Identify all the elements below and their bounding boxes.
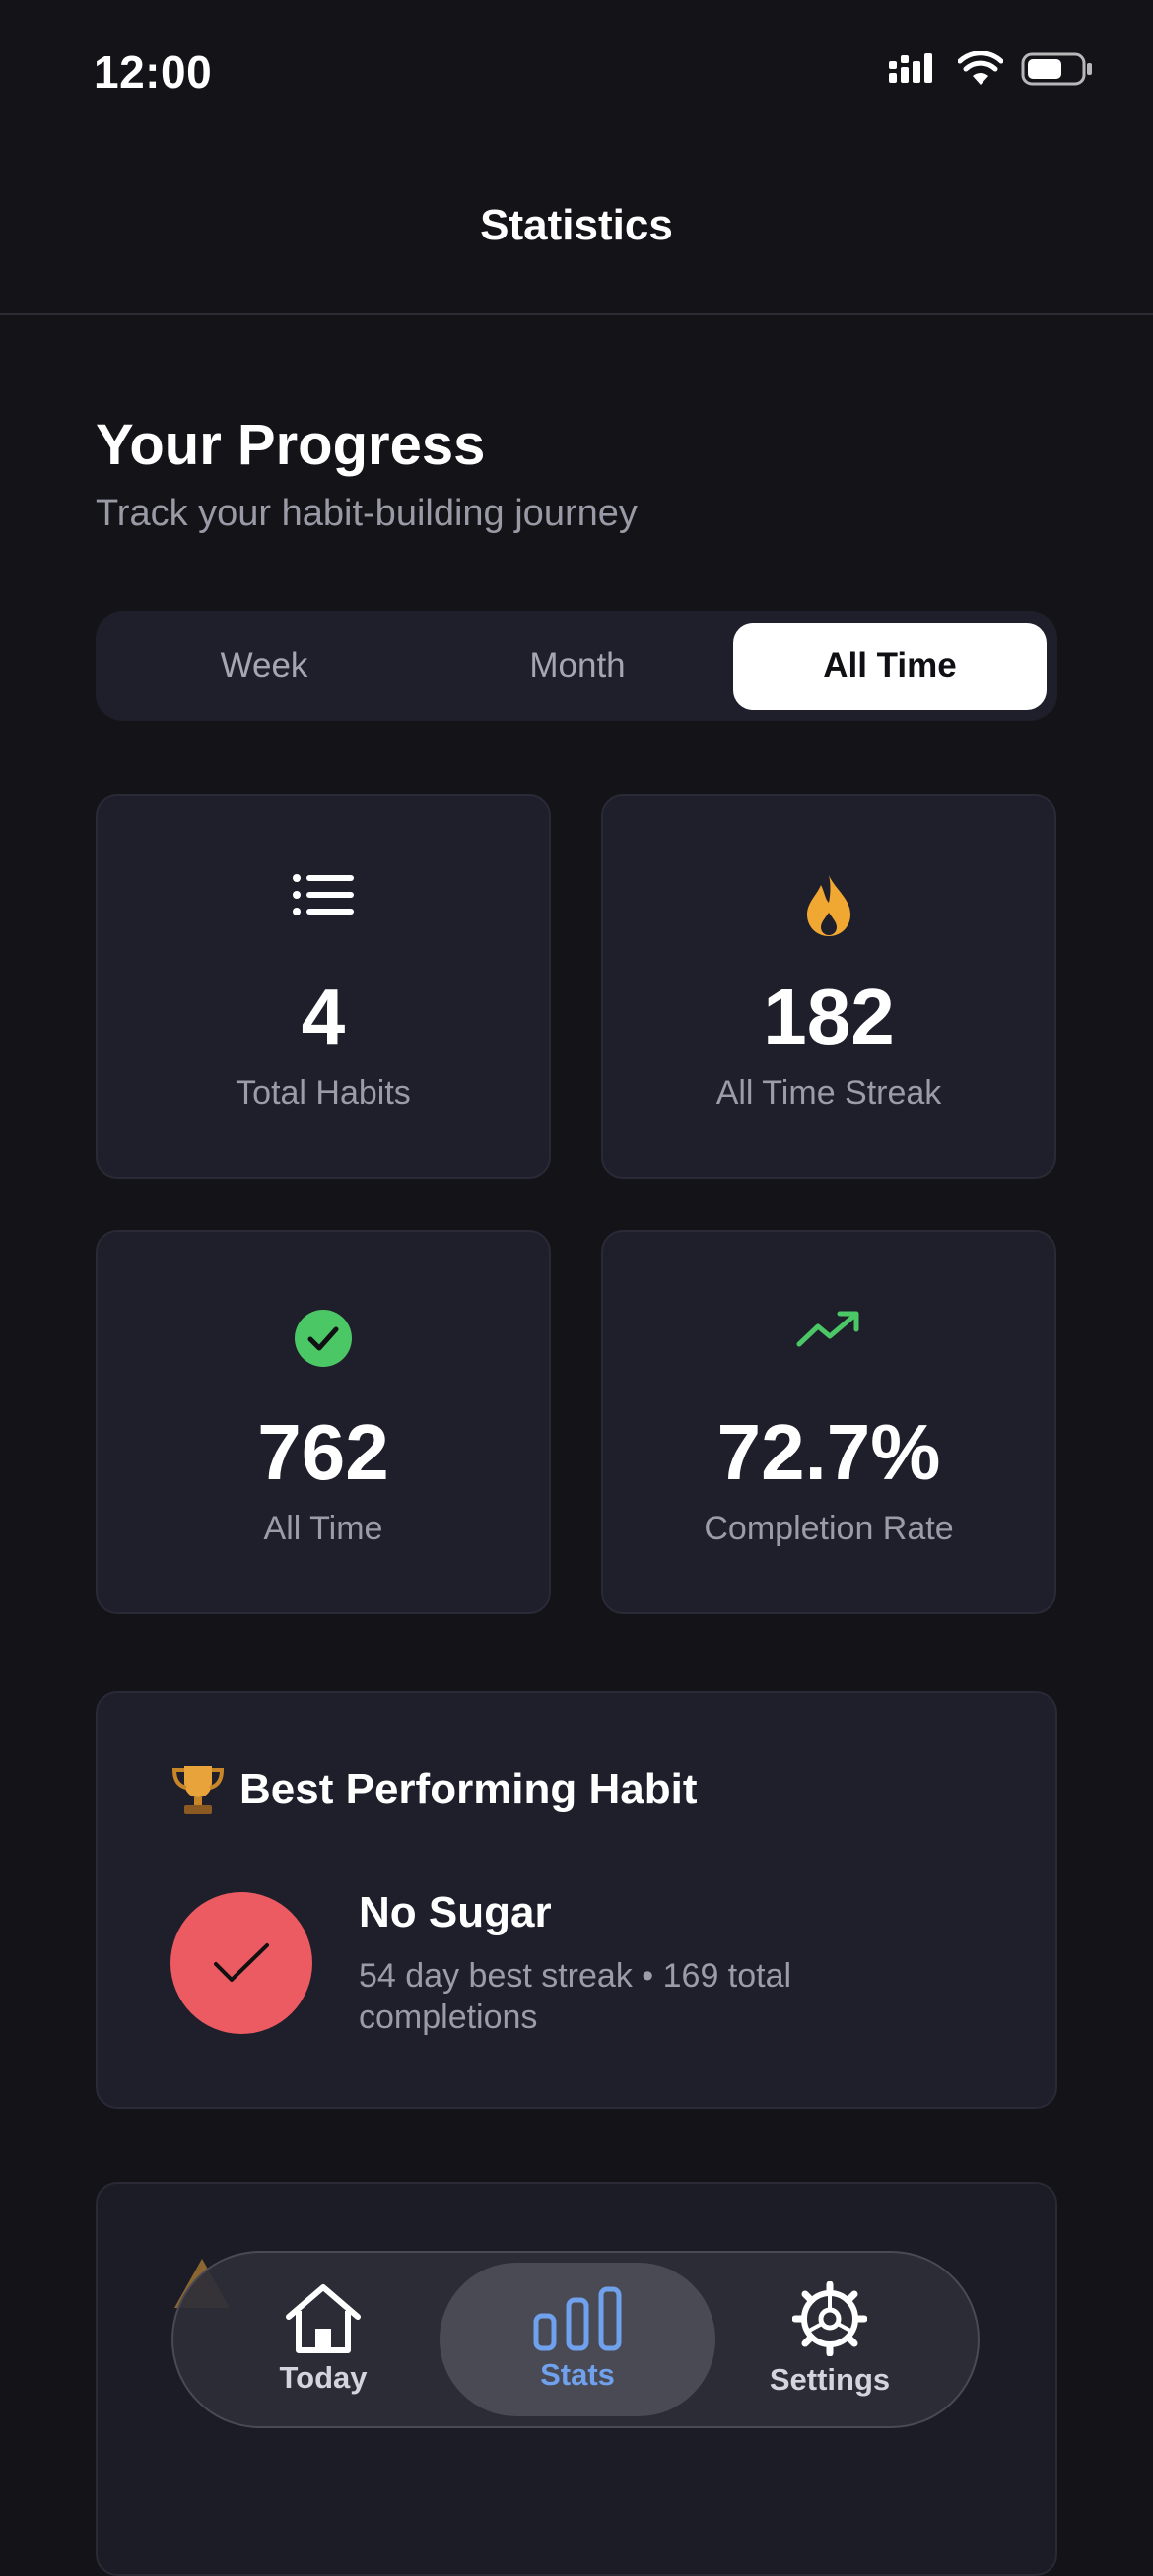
stat-label: All Time	[263, 1510, 383, 1547]
habit-avatar	[170, 1892, 312, 2034]
check-icon	[214, 1943, 269, 1982]
progress-title: Your Progress	[96, 413, 486, 477]
trophy-icon	[171, 1766, 225, 1814]
list-icon	[293, 874, 354, 915]
tab-label: Settings	[769, 2362, 891, 2397]
trending-up-icon	[796, 1311, 859, 1347]
period-segmented-control: Week Month All Time	[96, 611, 1057, 721]
period-tab-week[interactable]: Week	[107, 623, 421, 710]
best-habit-title: Best Performing Habit	[239, 1765, 698, 1813]
tab-bar: Today Stats Settings	[171, 2251, 980, 2428]
progress-subtitle: Track your habit-building journey	[96, 493, 638, 534]
stat-label: All Time Streak	[715, 1074, 942, 1112]
settings-icon	[792, 2281, 867, 2356]
stat-value: 4	[301, 973, 346, 1060]
best-habit-detail: 54 day best streak • 169 total completio…	[359, 1957, 792, 2036]
stat-value: 182	[763, 973, 895, 1060]
stat-label: Completion Rate	[704, 1510, 954, 1547]
stat-label: Total Habits	[236, 1074, 411, 1112]
stat-card-total-habits: 4 Total Habits	[96, 794, 551, 1179]
tab-label: Today	[279, 2360, 368, 2395]
stat-card-all-time-streak: 182 All Time Streak	[601, 794, 1056, 1179]
bar-chart-icon	[533, 2286, 622, 2351]
status-time: 12:00	[94, 46, 213, 98]
tab-today[interactable]: Today	[189, 2263, 457, 2416]
nav-header: Statistics	[0, 138, 1153, 315]
tab-label: Stats	[540, 2357, 615, 2392]
period-tab-month[interactable]: Month	[421, 623, 734, 710]
stat-card-all-time-completions: 762 All Time	[96, 1230, 551, 1614]
wifi-icon	[958, 51, 1003, 85]
status-icons	[889, 51, 1094, 87]
stat-value: 762	[257, 1408, 389, 1496]
page-title: Statistics	[480, 201, 673, 249]
stat-card-completion-rate: 72.7% Completion Rate	[601, 1230, 1056, 1614]
stat-value: 72.7%	[716, 1408, 941, 1496]
check-circle-icon	[295, 1310, 352, 1367]
period-tab-all-time[interactable]: All Time	[733, 623, 1047, 710]
status-bar: 12:00	[0, 0, 1153, 138]
home-icon	[286, 2284, 361, 2353]
tab-settings[interactable]: Settings	[696, 2263, 964, 2416]
signal-icon	[889, 53, 932, 83]
best-habit-name: No Sugar	[359, 1888, 552, 1936]
best-habit-header: Best Performing Habit	[170, 1762, 698, 1817]
tab-stats[interactable]: Stats	[440, 2263, 715, 2416]
best-habit-card: Best Performing Habit No Sugar 54 day be…	[96, 1691, 1057, 2109]
battery-icon	[1021, 52, 1092, 86]
flame-icon	[807, 875, 850, 936]
